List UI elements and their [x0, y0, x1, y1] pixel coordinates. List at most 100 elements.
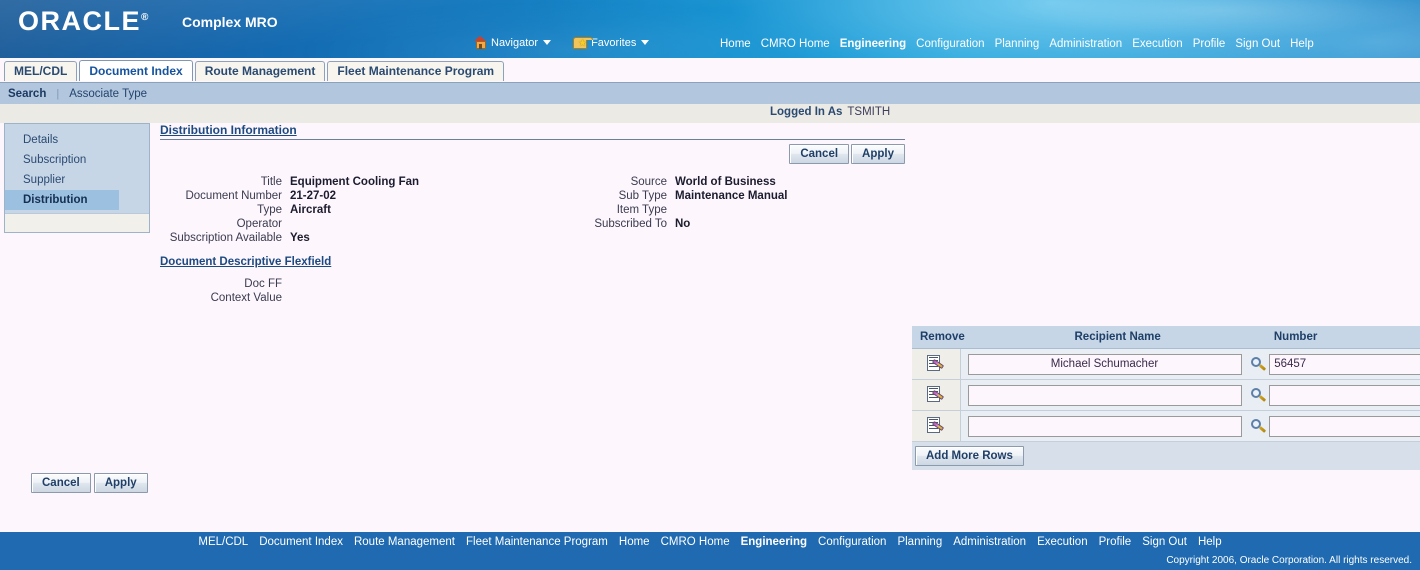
oracle-logo: ORACLE®	[18, 6, 148, 37]
document-fields-left: Title Equipment Cooling Fan Document Numbe…	[160, 176, 419, 246]
footer-nav-link[interactable]: Profile	[1099, 536, 1132, 548]
logged-in-bar: Logged In As TSMITH	[0, 104, 1420, 124]
search-lov-icon[interactable]	[1251, 418, 1267, 434]
house-icon	[474, 36, 487, 49]
footer-nav-link[interactable]: Help	[1198, 536, 1222, 548]
subtab-associate-type[interactable]: Associate Type	[69, 88, 147, 100]
global-nav-link[interactable]: Profile	[1193, 38, 1226, 50]
number-input[interactable]	[1269, 415, 1420, 437]
table-row	[912, 380, 1420, 411]
field-label: Type	[257, 204, 282, 216]
subtab-search[interactable]: Search	[8, 88, 46, 100]
application-title: Complex MRO	[182, 14, 278, 30]
footer-nav-link[interactable]: Home	[619, 536, 650, 548]
tab-route-management[interactable]: Route Management	[194, 61, 326, 81]
flexfield-rows: Doc FF Context Value	[160, 278, 1416, 306]
top-action-bar: Cancel Apply	[160, 144, 905, 170]
global-navigation: Home CMRO Home Engineering Configuration Pla…	[720, 38, 1314, 50]
sidebar-item-subscription[interactable]: Subscription	[5, 150, 149, 170]
recipient-table: Remove Recipient Name Number Add More Ro…	[912, 326, 1420, 470]
apply-button-bottom[interactable]: Apply	[93, 473, 148, 493]
bottom-action-bar: Cancel Apply	[31, 473, 148, 493]
global-nav-link[interactable]: Configuration	[916, 38, 984, 50]
remove-cell[interactable]	[912, 380, 961, 410]
column-header-number: Number	[1273, 331, 1318, 343]
number-cell	[1269, 353, 1420, 375]
field-value: Equipment Cooling Fan	[290, 176, 420, 188]
add-more-rows-button[interactable]: Add More Rows	[915, 446, 1024, 466]
tab-document-index[interactable]: Document Index	[79, 60, 193, 81]
remove-document-icon[interactable]	[926, 385, 945, 405]
global-nav-link[interactable]: Execution	[1132, 38, 1183, 50]
tab-mel-cdl[interactable]: MEL/CDL	[4, 61, 78, 81]
primary-tab-bar: MEL/CDL Document Index Route Management Fle…	[0, 60, 1420, 82]
field-label: Operator	[236, 218, 282, 230]
field-value: Yes	[290, 232, 310, 244]
chevron-down-icon	[543, 40, 552, 45]
footer-nav-link[interactable]: Fleet Maintenance Program	[466, 536, 608, 548]
table-row	[912, 411, 1420, 442]
global-nav-link[interactable]: Administration	[1049, 38, 1122, 50]
side-navigation-menu: Details Subscription Supplier Distribution	[4, 123, 150, 233]
secondary-tab-bar: Search | Associate Type	[0, 82, 1420, 106]
global-nav-link[interactable]: Sign Out	[1235, 38, 1280, 50]
remove-cell[interactable]	[912, 411, 961, 441]
field-row: Context Value	[160, 292, 1416, 306]
navigator-menu[interactable]: Navigator	[474, 36, 552, 49]
recipient-name-input[interactable]	[967, 353, 1242, 375]
tab-fleet-maintenance-program[interactable]: Fleet Maintenance Program	[327, 61, 505, 81]
footer-nav-link[interactable]: Sign Out	[1142, 536, 1187, 548]
remove-document-icon[interactable]	[926, 416, 945, 436]
global-nav-link[interactable]: Help	[1290, 38, 1314, 50]
sidebar-item-supplier[interactable]: Supplier	[5, 170, 149, 190]
footer-nav-link[interactable]: Execution	[1037, 536, 1088, 548]
search-lov-icon[interactable]	[1251, 356, 1267, 372]
footer-nav-link[interactable]: Administration	[953, 536, 1026, 548]
recipient-lov-cell[interactable]	[1248, 356, 1269, 372]
footer-nav-link[interactable]: Document Index	[259, 536, 343, 548]
field-label: Context Value	[210, 292, 282, 304]
footer-nav-link[interactable]: MEL/CDL	[198, 536, 248, 548]
favorites-menu[interactable]: ★ Favorites	[573, 36, 650, 49]
field-row: Operator	[160, 218, 419, 232]
global-nav-link[interactable]: Planning	[995, 38, 1040, 50]
remove-cell[interactable]	[912, 349, 961, 379]
sidebar-item-details[interactable]: Details	[5, 130, 149, 150]
field-row: Sub Type Maintenance Manual	[545, 190, 788, 204]
field-row: Document Number 21-27-02	[160, 190, 419, 204]
field-value: Aircraft	[290, 204, 331, 216]
apply-button-top[interactable]: Apply	[851, 144, 905, 164]
footer-nav-link[interactable]: Configuration	[818, 536, 886, 548]
recipient-lov-cell[interactable]	[1248, 387, 1269, 403]
cancel-button-top[interactable]: Cancel	[789, 144, 850, 164]
logged-in-label: Logged In As	[770, 106, 843, 118]
global-nav-link[interactable]: Engineering	[840, 38, 906, 50]
content-area: Details Subscription Supplier Distribution …	[0, 123, 1420, 532]
footer-nav-link[interactable]: Engineering	[741, 536, 807, 548]
footer-nav-link[interactable]: Planning	[897, 536, 942, 548]
sidebar-item-distribution[interactable]: Distribution	[5, 190, 119, 210]
footer-nav-link[interactable]: CMRO Home	[661, 536, 730, 548]
footer-nav-link[interactable]: Route Management	[354, 536, 455, 548]
field-label: Source	[630, 176, 667, 188]
recipient-name-input[interactable]	[967, 384, 1242, 406]
section-header: Distribution Information	[160, 123, 905, 140]
global-nav-link[interactable]: CMRO Home	[761, 38, 830, 50]
secondary-tabs: Search | Associate Type	[8, 83, 147, 105]
global-nav-link[interactable]: Home	[720, 38, 751, 50]
cancel-button-bottom[interactable]: Cancel	[31, 473, 91, 493]
top-button-group: Cancel Apply	[789, 144, 905, 164]
field-label: Doc FF	[244, 278, 282, 290]
remove-document-icon[interactable]	[926, 354, 945, 374]
search-lov-icon[interactable]	[1251, 387, 1267, 403]
field-row: Title Equipment Cooling Fan	[160, 176, 419, 190]
registered-mark-icon: ®	[141, 12, 149, 23]
document-fields-right: Source World of Business Sub Type Maintenan…	[545, 176, 787, 232]
field-label: Subscribed To	[594, 218, 667, 230]
number-input[interactable]	[1269, 384, 1420, 406]
document-fields: Title Equipment Cooling Fan Document Numbe…	[160, 176, 920, 246]
number-input[interactable]	[1269, 353, 1420, 375]
recipient-name-input[interactable]	[967, 415, 1242, 437]
field-row: Type Aircraft	[160, 204, 419, 218]
recipient-lov-cell[interactable]	[1248, 418, 1269, 434]
